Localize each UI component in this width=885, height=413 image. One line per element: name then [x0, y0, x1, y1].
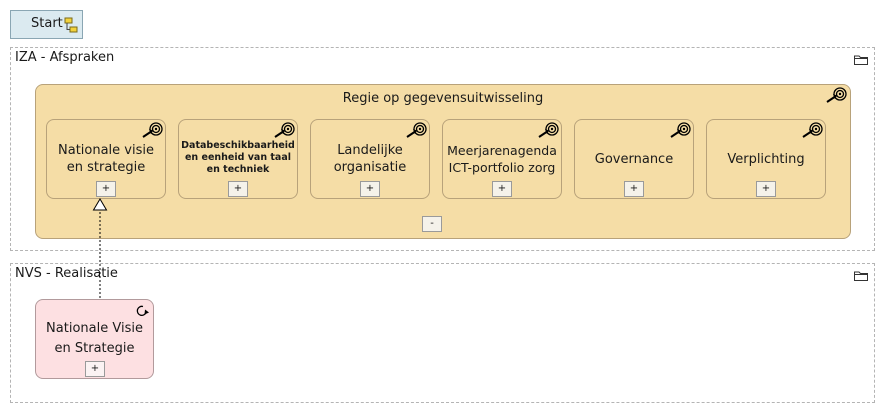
goal-icon	[670, 122, 691, 138]
goal-icon	[538, 122, 559, 138]
goal-governance[interactable]: Governance +	[574, 119, 694, 199]
goal-label: Governance	[594, 151, 674, 167]
group-title: IZA - Afspraken	[15, 50, 115, 65]
goal-verplichting[interactable]: Verplichting +	[706, 119, 826, 199]
goal-label: Landelijke organisatie	[333, 143, 407, 175]
collapse-button[interactable]: -	[422, 216, 442, 232]
process-icon	[136, 305, 149, 316]
goal-landelijke-organisatie[interactable]: Landelijke organisatie +	[310, 119, 430, 199]
goal-label: Databeschikbaarheid en eenheid van taal …	[181, 140, 295, 175]
goal-icon	[802, 122, 823, 138]
expand-button[interactable]: +	[96, 181, 116, 197]
expand-button[interactable]: +	[492, 181, 512, 197]
work-package-nationale-visie[interactable]: Nationale Visie en Strategie +	[35, 299, 154, 379]
goal-nationale-visie[interactable]: Nationale visie en strategie +	[46, 119, 166, 199]
goal-icon	[142, 122, 163, 138]
expand-button[interactable]: +	[228, 181, 248, 197]
goal-icon	[406, 122, 427, 138]
start-button[interactable]: Start	[10, 10, 83, 39]
regie-title: Regie op gegevensuitwisseling	[342, 91, 544, 106]
folder-icon	[854, 271, 868, 281]
goal-label: Meerjarenagenda ICT-portfolio zorg	[447, 143, 557, 175]
group-title: NVS - Realisatie	[15, 266, 118, 281]
expand-button[interactable]: +	[85, 361, 105, 377]
expand-button[interactable]: +	[756, 181, 776, 197]
goal-databeschikbaarheid[interactable]: Databeschikbaarheid en eenheid van taal …	[178, 119, 298, 199]
start-label: Start	[31, 16, 63, 31]
hierarchy-icon	[64, 17, 78, 33]
folder-icon	[854, 55, 868, 65]
goal-icon	[274, 122, 295, 138]
work-package-label: Nationale Visie en Strategie	[46, 321, 143, 356]
expand-button[interactable]: +	[360, 181, 380, 197]
expand-button[interactable]: +	[624, 181, 644, 197]
goal-label: Nationale visie en strategie	[58, 143, 154, 175]
goal-meerjarenagenda[interactable]: Meerjarenagenda ICT-portfolio zorg +	[442, 119, 562, 199]
goal-label: Verplichting	[727, 151, 805, 167]
goal-icon	[826, 87, 847, 103]
